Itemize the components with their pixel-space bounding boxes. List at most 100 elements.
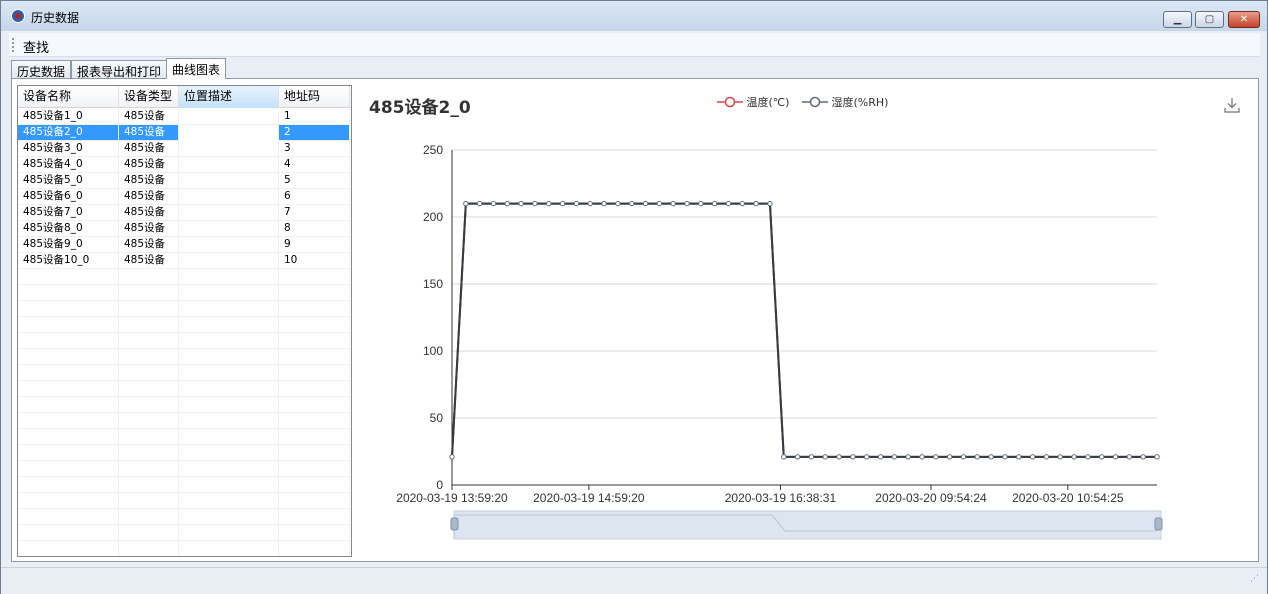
close-button[interactable]: ✕ xyxy=(1228,11,1260,28)
empty-cell xyxy=(18,429,119,445)
empty-cell xyxy=(18,509,119,525)
history-window: 历史数据 ▁ ▢ ✕ 查找 历史数据 报表导出和打印 曲线图表 设备名称 设备类… xyxy=(0,0,1268,594)
minimize-button[interactable]: ▁ xyxy=(1163,11,1192,28)
cell-device-name: 485设备8_0 xyxy=(18,221,119,237)
header-device-type[interactable]: 设备类型 xyxy=(119,86,179,108)
data-point xyxy=(518,200,524,207)
empty-row xyxy=(18,429,350,445)
cell-address: 4 xyxy=(279,157,350,173)
data-point xyxy=(822,454,828,460)
data-point xyxy=(1085,454,1091,460)
maximize-button[interactable]: ▢ xyxy=(1195,11,1224,28)
table-row[interactable]: 485设备2_0 485设备 2 xyxy=(18,125,350,141)
cell-device-type: 485设备 xyxy=(119,141,179,157)
empty-cell xyxy=(179,429,279,445)
empty-cell xyxy=(279,445,350,461)
data-point xyxy=(1043,454,1050,460)
empty-cell xyxy=(179,445,279,461)
empty-cell xyxy=(119,461,179,477)
app-logo-icon xyxy=(11,9,25,23)
empty-row xyxy=(18,445,350,461)
data-point xyxy=(1126,454,1133,460)
empty-cell xyxy=(119,269,179,285)
empty-cell xyxy=(279,349,350,365)
empty-row xyxy=(18,381,350,397)
cell-device-name: 485设备6_0 xyxy=(18,189,119,205)
data-point xyxy=(974,454,980,460)
header-address[interactable]: 地址码 xyxy=(279,86,350,108)
y-tick-label: 200 xyxy=(423,210,443,224)
empty-cell xyxy=(18,301,119,317)
empty-cell xyxy=(179,493,279,509)
table-row[interactable]: 485设备3_0 485设备 3 xyxy=(18,141,350,157)
table-row[interactable]: 485设备5_0 485设备 5 xyxy=(18,173,350,189)
data-point xyxy=(504,200,510,207)
table-row[interactable]: 485设备1_0 485设备 1 xyxy=(18,109,350,125)
empty-cell xyxy=(179,365,279,381)
empty-cell xyxy=(179,301,279,317)
header-device-name[interactable]: 设备名称 xyxy=(18,86,119,108)
empty-row xyxy=(18,509,350,525)
empty-cell xyxy=(18,461,119,477)
find-menu-item[interactable]: 查找 xyxy=(23,37,49,56)
empty-row xyxy=(18,269,350,285)
empty-cell xyxy=(18,525,119,541)
data-point xyxy=(864,454,870,460)
cell-device-type: 485设备 xyxy=(119,221,179,237)
tab-curve-chart[interactable]: 曲线图表 xyxy=(166,58,227,79)
empty-row xyxy=(18,541,350,556)
table-row[interactable]: 485设备7_0 485设备 7 xyxy=(18,205,350,221)
table-row[interactable]: 485设备8_0 485设备 8 xyxy=(18,221,350,237)
cell-device-type: 485设备 xyxy=(119,205,179,221)
data-point xyxy=(1099,454,1105,460)
empty-cell xyxy=(18,493,119,509)
empty-cell xyxy=(279,413,350,429)
empty-cell xyxy=(119,429,179,445)
cell-location xyxy=(179,157,279,173)
device-grid[interactable]: 设备名称 设备类型 位置描述 地址码 485设备1_0 485设备 1 485设备2_… xyxy=(17,85,352,557)
status-bar: ⋰ xyxy=(1,567,1267,594)
empty-cell xyxy=(179,541,279,556)
cell-location xyxy=(179,205,279,221)
table-row[interactable]: 485设备10_0 485设备 10 xyxy=(18,253,350,269)
cell-device-name: 485设备7_0 xyxy=(18,205,119,221)
data-point xyxy=(1002,454,1008,460)
data-point xyxy=(559,200,566,207)
empty-cell xyxy=(119,397,179,413)
empty-cell xyxy=(119,317,179,333)
cell-device-name: 485设备10_0 xyxy=(18,253,119,269)
x-tick-label: 2020-03-20 09:54:24 xyxy=(875,491,987,505)
header-location[interactable]: 位置描述 xyxy=(179,86,279,108)
empty-row xyxy=(18,301,350,317)
empty-cell xyxy=(119,333,179,349)
table-row[interactable]: 485设备4_0 485设备 4 xyxy=(18,157,350,173)
table-row[interactable]: 485设备6_0 485设备 6 xyxy=(18,189,350,205)
empty-cell xyxy=(279,509,350,525)
empty-cell xyxy=(179,349,279,365)
empty-cell xyxy=(279,397,350,413)
toolbar-grip[interactable] xyxy=(12,38,15,52)
empty-cell xyxy=(18,349,119,365)
data-point xyxy=(808,454,815,460)
resize-grip-icon[interactable]: ⋰ xyxy=(1247,575,1259,588)
empty-row xyxy=(18,365,350,381)
data-point xyxy=(587,200,593,207)
data-point xyxy=(1071,454,1077,460)
empty-cell xyxy=(18,397,119,413)
empty-cell xyxy=(18,365,119,381)
empty-cell xyxy=(179,397,279,413)
data-point xyxy=(836,454,842,460)
title-bar: 历史数据 ▁ ▢ ✕ xyxy=(1,1,1267,31)
tab-report-export[interactable]: 报表导出和打印 xyxy=(71,60,168,79)
empty-cell xyxy=(18,413,119,429)
empty-cell xyxy=(279,493,350,509)
empty-cell xyxy=(18,381,119,397)
tab-history-data[interactable]: 历史数据 xyxy=(11,60,72,79)
table-row[interactable]: 485设备9_0 485设备 9 xyxy=(18,237,350,253)
cell-device-type: 485设备 xyxy=(119,173,179,189)
y-tick-label: 250 xyxy=(423,143,443,157)
empty-cell xyxy=(179,413,279,429)
empty-cell xyxy=(179,477,279,493)
data-point xyxy=(767,200,773,207)
empty-cell xyxy=(18,541,119,556)
